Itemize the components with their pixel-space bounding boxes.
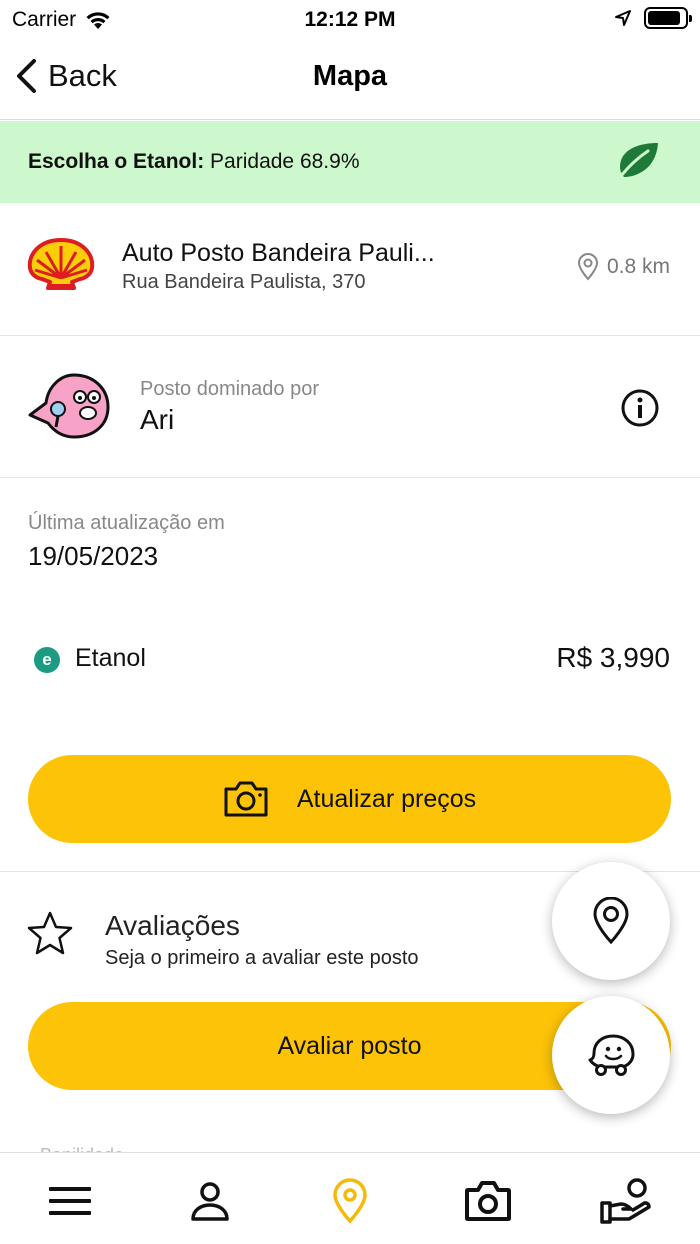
battery-icon — [644, 7, 692, 29]
tab-rewards[interactable] — [596, 1175, 656, 1227]
clock: 12:12 PM — [304, 8, 396, 31]
tab-camera[interactable] — [458, 1175, 518, 1227]
map-pin-icon — [593, 897, 629, 945]
banner-prefix: Escolha o Etanol: — [28, 150, 205, 173]
nav-bar: Back Mapa — [0, 40, 700, 120]
map-pin-outline-icon — [577, 253, 598, 281]
station-distance: 0.8 km — [577, 253, 670, 281]
dominator-name: Ari — [140, 404, 175, 435]
leaf-icon — [616, 143, 658, 181]
camera-icon — [465, 1181, 511, 1221]
waze-icon — [588, 1034, 635, 1076]
update-prices-label: Atualizar preços — [296, 784, 477, 813]
show-location-button[interactable] — [552, 862, 670, 980]
last-update-date: 19/05/2023 — [28, 541, 159, 571]
last-update-label: Última atualização em — [28, 512, 225, 534]
dominated-by-section: Posto dominado por Ari — [0, 336, 700, 478]
ethanol-parity-banner: Escolha o Etanol: Paridade 68.9% — [0, 121, 700, 203]
shell-logo — [27, 238, 95, 290]
station-address: Rua Bandeira Paulista, 370 — [122, 271, 366, 293]
rewards-icon — [600, 1178, 651, 1224]
star-outline-icon — [27, 911, 73, 955]
fuel-price-row: e Etanol R$ 3,990 — [0, 638, 700, 682]
ethanol-badge-icon: e — [34, 647, 60, 673]
back-button[interactable]: Back — [14, 58, 117, 94]
camera-icon — [224, 781, 268, 817]
banner-parity-text: Paridade 68.9% — [210, 150, 360, 173]
tab-menu[interactable] — [40, 1175, 100, 1227]
tab-map[interactable] — [320, 1175, 380, 1227]
status-bar: Carrier 12:12 PM — [0, 0, 700, 40]
dominator-avatar — [28, 373, 110, 439]
tab-bar — [0, 1152, 700, 1244]
chevron-left-icon — [17, 59, 36, 93]
update-prices-button[interactable]: Atualizar preços — [28, 755, 671, 843]
profile-icon — [191, 1182, 229, 1221]
station-card[interactable]: Auto Posto Bandeira Pauli... Rua Bandeir… — [0, 203, 700, 336]
station-name: Auto Posto Bandeira Pauli... — [122, 239, 435, 267]
ratings-title: Avaliações — [105, 910, 240, 941]
open-waze-button[interactable] — [552, 996, 670, 1114]
location-arrow-icon — [615, 10, 631, 26]
menu-icon — [49, 1187, 91, 1215]
back-label: Back — [48, 58, 117, 93]
rate-station-label: Avaliar posto — [277, 1031, 422, 1060]
distance-label: 0.8 km — [606, 255, 670, 278]
map-pin-icon — [333, 1178, 367, 1224]
fuel-price: R$ 3,990 — [556, 642, 670, 673]
dominated-by-label: Posto dominado por — [140, 378, 320, 400]
tab-profile[interactable] — [180, 1175, 240, 1227]
fuel-name: Etanol — [75, 644, 146, 672]
info-icon[interactable] — [620, 388, 660, 428]
ratings-subtitle: Seja o primeiro a avaliar este posto — [105, 947, 419, 969]
